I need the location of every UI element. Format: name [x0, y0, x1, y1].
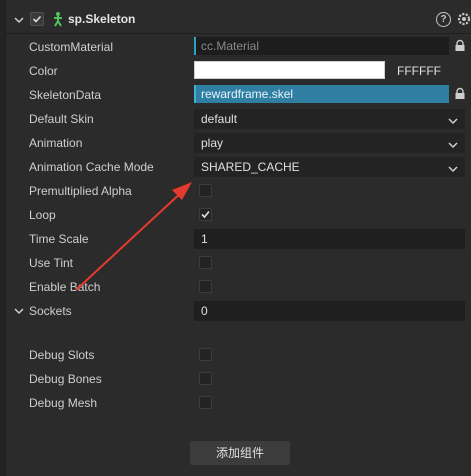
header-divider: [6, 33, 471, 34]
skeleton-data-label: SkeletonData: [29, 88, 102, 102]
debug-mesh-checkbox[interactable]: [199, 396, 212, 409]
row-debug-slots: Debug Slots: [6, 343, 471, 367]
skeleton-component-icon: [50, 11, 66, 27]
sockets-count-input[interactable]: 0: [194, 301, 465, 321]
row-animation: Animation play: [6, 131, 471, 155]
add-component-button[interactable]: 添加组件: [190, 441, 290, 465]
time-scale-input[interactable]: 1: [194, 229, 465, 249]
use-tint-checkbox[interactable]: [199, 256, 212, 269]
custom-material-field[interactable]: cc.Material: [194, 37, 449, 55]
color-swatch[interactable]: [194, 61, 385, 79]
animation-cache-mode-select[interactable]: SHARED_CACHE: [194, 157, 465, 177]
row-use-tint: Use Tint: [6, 251, 471, 275]
row-debug-mesh: Debug Mesh: [6, 391, 471, 415]
collapse-chevron-icon[interactable]: [11, 12, 27, 28]
animation-value: play: [201, 136, 224, 150]
animation-cache-mode-label: Animation Cache Mode: [29, 160, 154, 174]
enable-batch-checkbox[interactable]: [199, 280, 212, 293]
row-animation-cache-mode: Animation Cache Mode SHARED_CACHE: [6, 155, 471, 179]
chevron-down-icon: [447, 137, 459, 149]
row-custom-material: CustomMaterial cc.Material: [6, 35, 471, 59]
debug-mesh-label: Debug Mesh: [29, 396, 98, 410]
loop-checkbox[interactable]: [199, 208, 212, 221]
help-icon[interactable]: ?: [436, 12, 451, 27]
row-skeleton-data: SkeletonData rewardframe.skel: [6, 83, 471, 107]
chevron-down-icon: [447, 113, 459, 125]
color-label: Color: [29, 64, 58, 78]
lock-icon[interactable]: [453, 87, 467, 101]
row-time-scale: Time Scale 1: [6, 227, 471, 251]
animation-cache-mode-value: SHARED_CACHE: [201, 160, 300, 174]
debug-bones-checkbox[interactable]: [199, 372, 212, 385]
row-loop: Loop: [6, 203, 471, 227]
debug-slots-label: Debug Slots: [29, 348, 95, 362]
row-color: Color FFFFFF: [6, 59, 471, 83]
row-enable-batch: Enable Batch: [6, 275, 471, 299]
sockets-label[interactable]: Sockets: [29, 304, 72, 318]
premultiplied-alpha-label: Premultiplied Alpha: [29, 184, 132, 198]
row-default-skin: Default Skin default: [6, 107, 471, 131]
animation-select[interactable]: play: [194, 133, 465, 153]
default-skin-select[interactable]: default: [194, 109, 465, 129]
default-skin-label: Default Skin: [29, 112, 94, 126]
loop-label: Loop: [29, 208, 56, 222]
default-skin-value: default: [201, 112, 238, 126]
premultiplied-alpha-checkbox[interactable]: [199, 184, 212, 197]
sockets-chevron-icon[interactable]: [13, 305, 25, 317]
lock-icon[interactable]: [453, 39, 467, 53]
inspector-panel: sp.Skeleton ? CustomMaterial cc.Material…: [0, 0, 471, 476]
time-scale-label: Time Scale: [29, 232, 89, 246]
debug-slots-checkbox[interactable]: [199, 348, 212, 361]
use-tint-label: Use Tint: [29, 256, 74, 270]
color-hex-value[interactable]: FFFFFF: [397, 64, 441, 78]
skeleton-data-field[interactable]: rewardframe.skel: [194, 85, 449, 103]
row-debug-bones: Debug Bones: [6, 367, 471, 391]
component-enabled-checkbox[interactable]: [30, 12, 44, 26]
component-header[interactable]: sp.Skeleton ?: [6, 8, 471, 32]
row-sockets: Sockets 0: [6, 299, 471, 323]
component-title: sp.Skeleton: [68, 12, 136, 26]
animation-label: Animation: [29, 136, 83, 150]
debug-bones-label: Debug Bones: [29, 372, 102, 386]
custom-material-label: CustomMaterial: [29, 40, 114, 54]
row-premultiplied-alpha: Premultiplied Alpha: [6, 179, 471, 203]
gear-icon[interactable]: [456, 11, 471, 27]
chevron-down-icon: [447, 161, 459, 173]
enable-batch-label: Enable Batch: [29, 280, 101, 294]
